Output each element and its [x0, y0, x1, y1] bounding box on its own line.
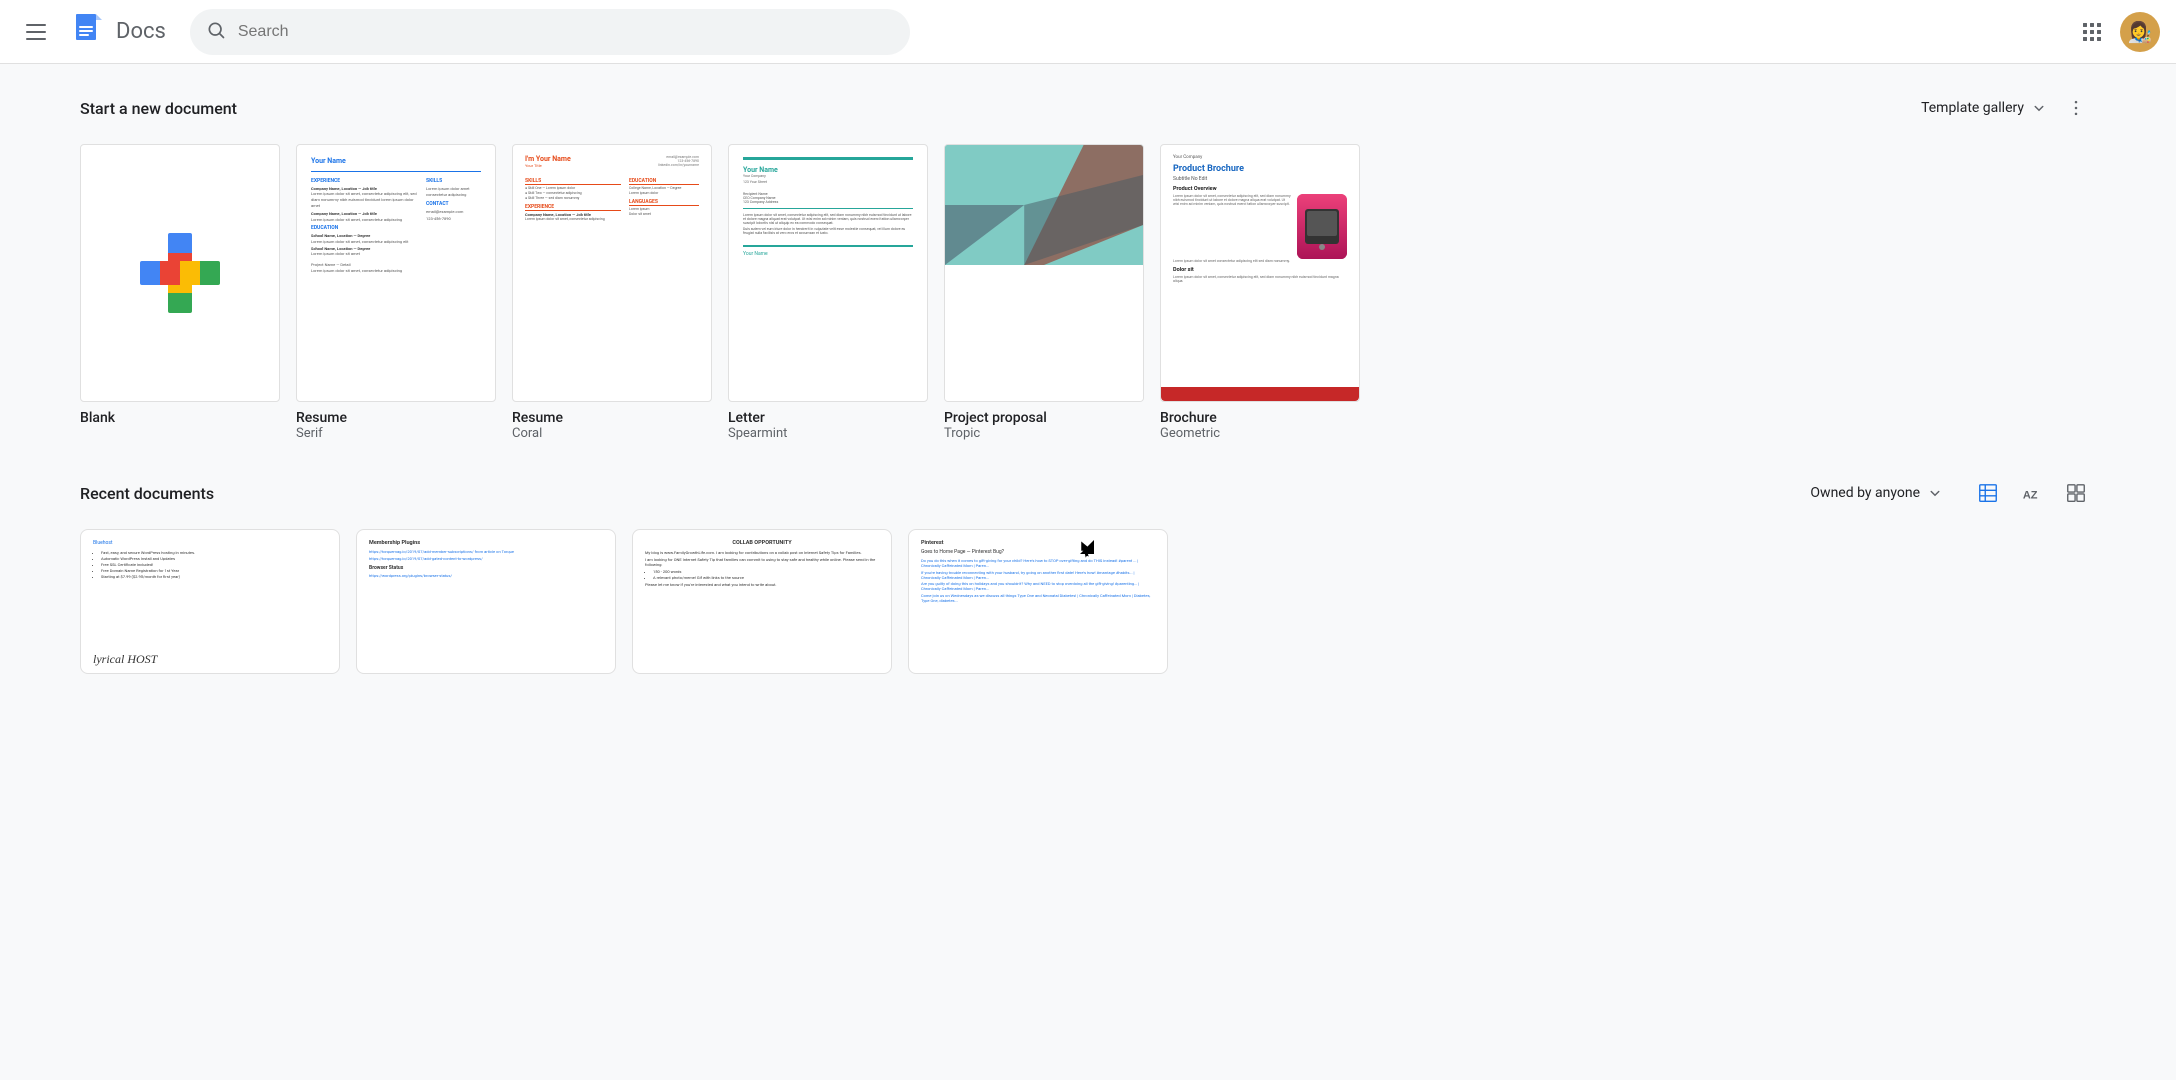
template-resume-serif-thumb: Your Name Experience Company Name, Locat… — [296, 144, 496, 402]
doc-2-preview: Membership Plugins https://torquemag.io/… — [357, 530, 615, 674]
docs-icon — [68, 12, 108, 52]
template-brochure[interactable]: Your Company Product Brochure Subtitle N… — [1160, 144, 1360, 441]
new-document-section-header: Start a new document Template gallery — [80, 88, 2096, 128]
template-letter-subname: Spearmint — [728, 426, 787, 441]
template-letter-name: Letter — [728, 410, 765, 426]
main-content: Start a new document Template gallery Bl… — [0, 64, 2176, 698]
doc-3-preview: COLLAB OPPORTUNITY My blog is www.Family… — [633, 530, 891, 674]
recent-doc-2[interactable]: Membership Plugins https://torquemag.io/… — [356, 529, 616, 674]
more-options-button[interactable] — [2056, 88, 2096, 128]
template-letter-thumb: Your Name Your Company 123 Your Street R… — [728, 144, 928, 402]
recent-documents-title: Recent documents — [80, 484, 214, 503]
view-controls: AZ — [1968, 473, 2096, 513]
template-blank-thumb — [80, 144, 280, 402]
template-blank-name: Blank — [80, 410, 115, 426]
recent-documents-header: Recent documents Owned by anyone AZ — [80, 473, 2096, 513]
template-gallery-button[interactable]: Template gallery — [1921, 99, 2048, 117]
hamburger-menu-button[interactable] — [16, 12, 56, 52]
list-view-button[interactable] — [1968, 473, 2008, 513]
app-header: Docs 👩‍🎨 — [0, 0, 2176, 64]
template-brochure-subname: Geometric — [1160, 426, 1220, 441]
template-project-proposal[interactable]: Project Name 2014, 2015 Your Name Your C… — [944, 144, 1144, 441]
grid-view-button[interactable] — [2056, 473, 2096, 513]
template-resume-serif-name: Resume — [296, 410, 347, 426]
search-input[interactable] — [238, 23, 894, 41]
resume-coral-preview: I'm Your Name Your Title email@example.c… — [513, 145, 711, 232]
template-letter-spearmint[interactable]: Your Name Your Company 123 Your Street R… — [728, 144, 928, 441]
resume-serif-preview: Your Name Experience Company Name, Locat… — [297, 145, 495, 287]
recent-doc-1[interactable]: Bluehost Fast, easy, and secure WordPres… — [80, 529, 340, 674]
sort-az-button[interactable]: AZ — [2012, 473, 2052, 513]
templates-grid: Blank Your Name Experience Company Name,… — [80, 144, 2096, 441]
header-right: 👩‍🎨 — [2072, 12, 2160, 52]
template-resume-coral-subname: Coral — [512, 426, 542, 441]
template-resume-coral-thumb: I'm Your Name Your Title email@example.c… — [512, 144, 712, 402]
template-brochure-name: Brochure — [1160, 410, 1217, 426]
template-project-name: Project proposal — [944, 410, 1047, 426]
template-project-thumb: Project Name 2014, 2015 Your Name Your C… — [944, 144, 1144, 402]
svg-text:AZ: AZ — [2023, 490, 2038, 502]
search-icon — [206, 20, 226, 44]
search-bar[interactable] — [190, 9, 910, 55]
template-brochure-thumb: Your Company Product Brochure Subtitle N… — [1160, 144, 1360, 402]
letter-preview: Your Name Your Company 123 Your Street R… — [729, 145, 927, 269]
header-left: Docs — [16, 12, 166, 52]
new-document-title: Start a new document — [80, 99, 237, 118]
docs-logo[interactable]: Docs — [68, 12, 166, 52]
template-resume-coral[interactable]: I'm Your Name Your Title email@example.c… — [512, 144, 712, 441]
app-title: Docs — [116, 19, 166, 44]
google-plus-icon — [140, 233, 220, 313]
template-resume-serif-subname: Serif — [296, 426, 323, 441]
recent-doc-4[interactable]: Pinterest Goes to Home Page — Pinterest … — [908, 529, 1168, 674]
doc-1-preview: Bluehost Fast, easy, and secure WordPres… — [81, 530, 339, 674]
template-resume-coral-name: Resume — [512, 410, 563, 426]
template-project-subname: Tropic — [944, 426, 980, 441]
recent-docs-grid: Bluehost Fast, easy, and secure WordPres… — [80, 529, 2096, 674]
doc-4-preview: Pinterest Goes to Home Page — Pinterest … — [909, 530, 1167, 674]
recent-doc-3[interactable]: COLLAB OPPORTUNITY My blog is www.Family… — [632, 529, 892, 674]
user-avatar[interactable]: 👩‍🎨 — [2120, 12, 2160, 52]
template-resume-serif[interactable]: Your Name Experience Company Name, Locat… — [296, 144, 496, 441]
apps-grid-button[interactable] — [2072, 12, 2112, 52]
brochure-product-image — [1297, 194, 1347, 259]
owned-by-filter[interactable]: Owned by anyone — [1798, 476, 1956, 510]
template-blank[interactable]: Blank — [80, 144, 280, 441]
